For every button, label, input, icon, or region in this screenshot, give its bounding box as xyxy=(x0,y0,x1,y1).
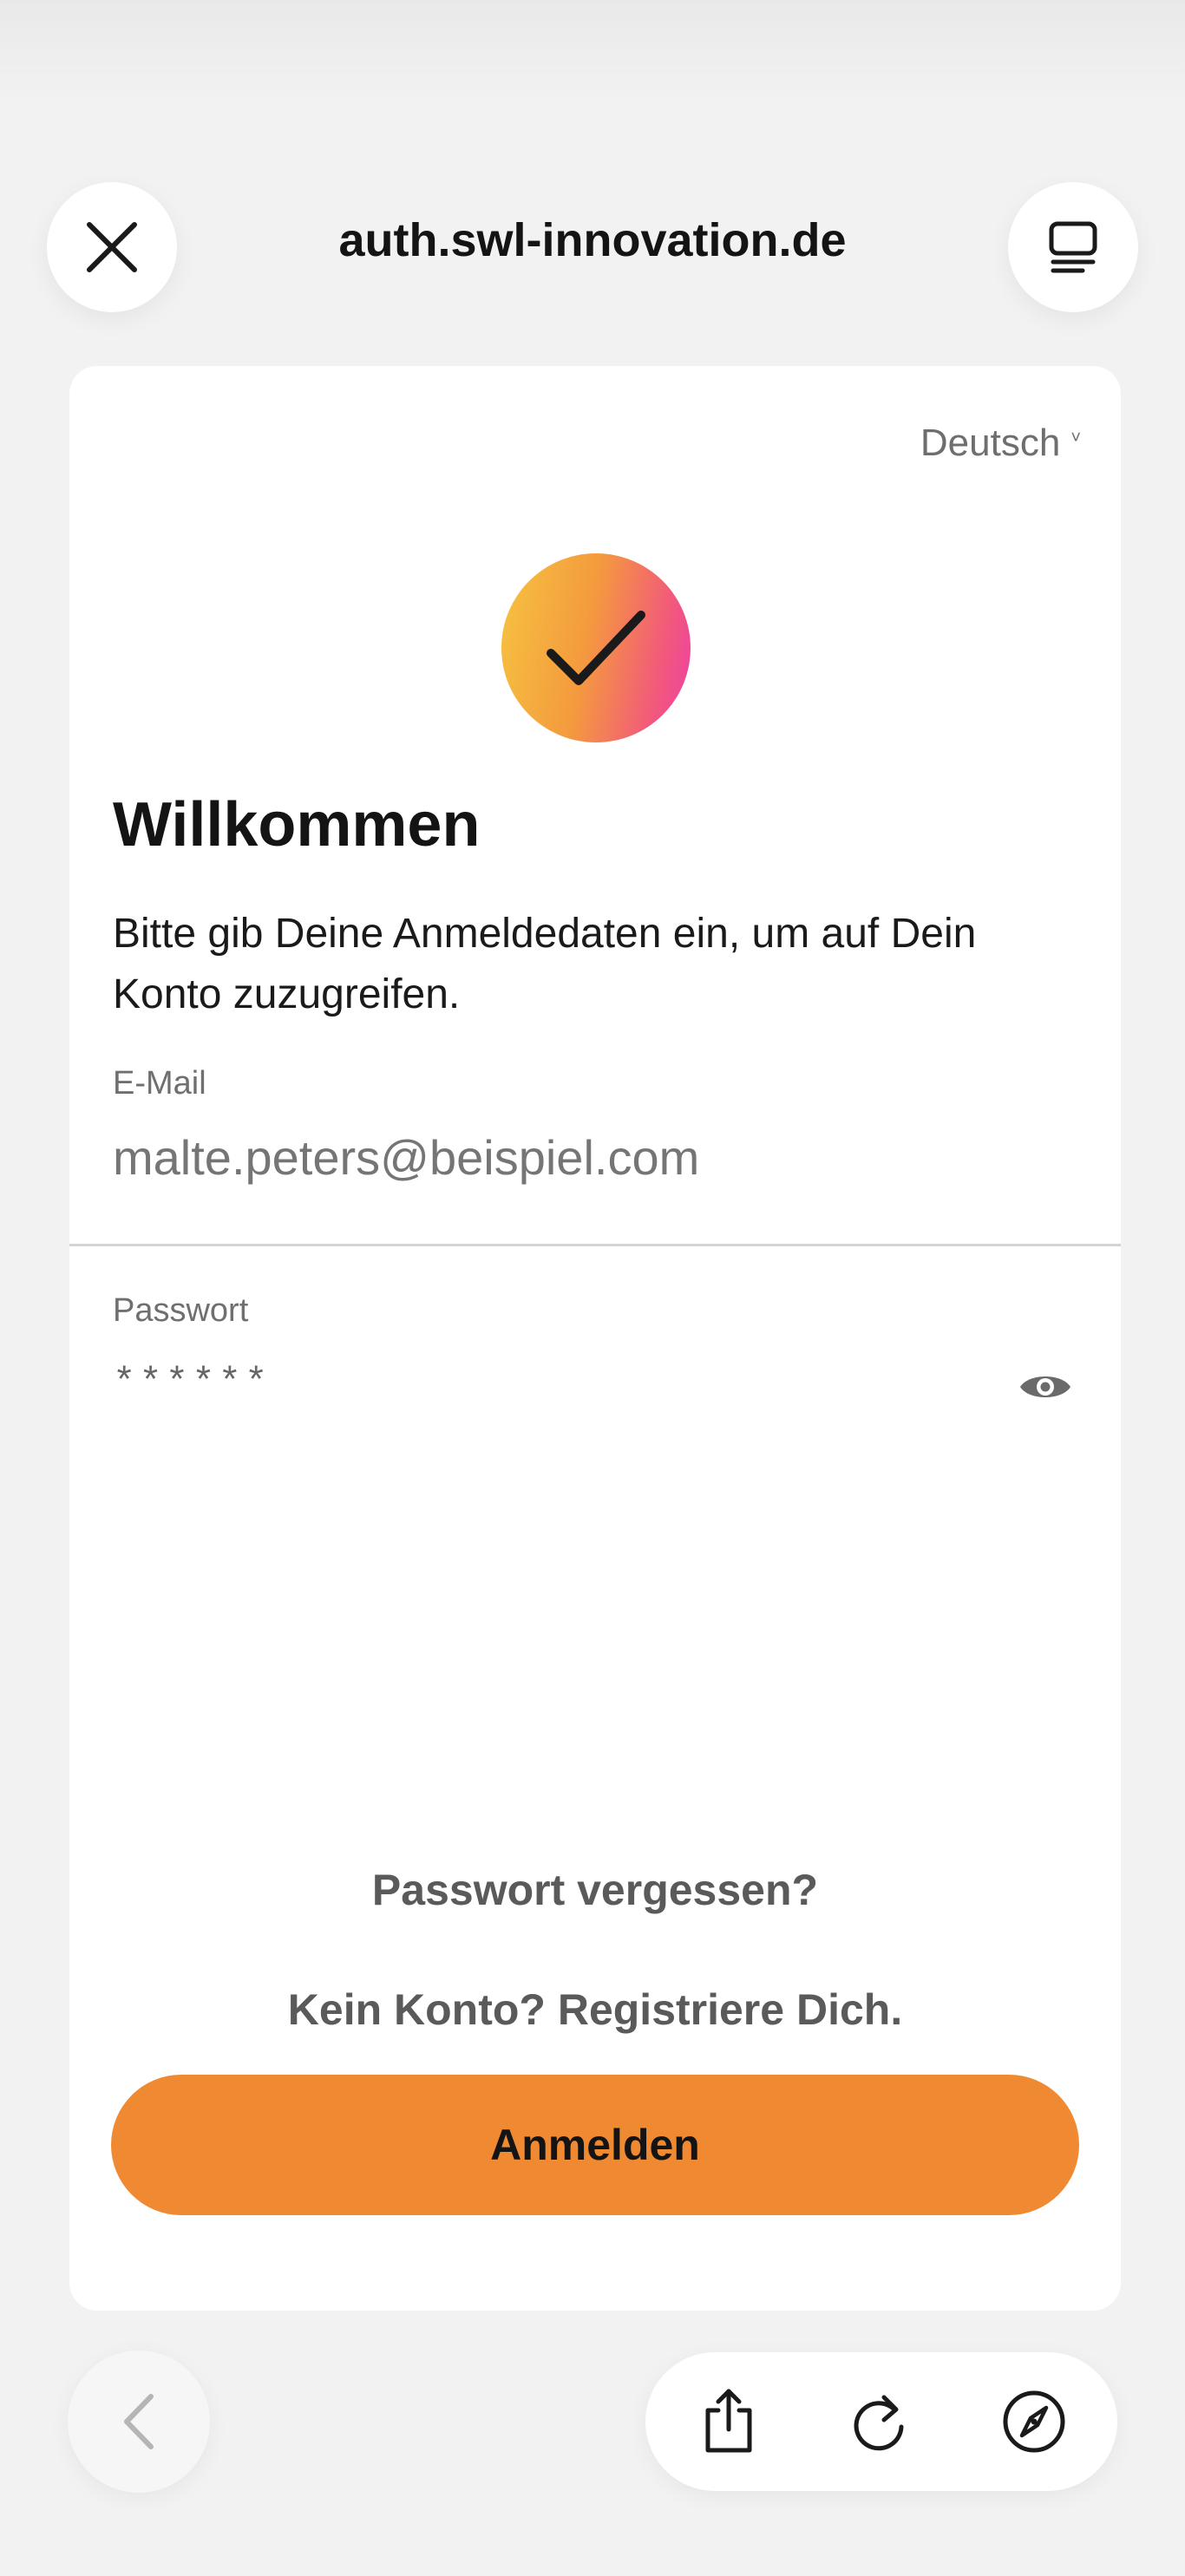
forgot-password-link[interactable]: Passwort vergessen? xyxy=(69,1865,1121,1915)
reload-button[interactable] xyxy=(838,2380,921,2463)
logo xyxy=(501,553,691,742)
checkmark-icon xyxy=(547,611,645,685)
compass-button[interactable] xyxy=(992,2380,1076,2463)
status-bar-area xyxy=(0,0,1185,104)
email-field[interactable] xyxy=(113,1129,1067,1186)
page-subtitle: Bitte gib Deine Anmeldedaten ein, um auf… xyxy=(113,911,977,1017)
login-card: Deutsch ˅ Willkommen Bitte gib Deine Anm… xyxy=(69,366,1121,2311)
close-button[interactable] xyxy=(47,182,177,312)
password-field[interactable] xyxy=(113,1362,963,1405)
back-icon xyxy=(124,2394,154,2449)
divider xyxy=(69,1244,1121,1246)
share-icon xyxy=(705,2389,752,2453)
password-label: Passwort xyxy=(113,1292,249,1329)
language-selector[interactable]: Deutsch ˅ xyxy=(920,422,1081,465)
email-label: E-Mail xyxy=(113,1065,206,1102)
show-password-button[interactable] xyxy=(1015,1363,1076,1410)
compass-icon xyxy=(1003,2390,1065,2453)
page-title: Willkommen xyxy=(113,790,481,860)
reload-icon xyxy=(854,2395,904,2451)
reader-mode-icon xyxy=(1049,221,1097,273)
share-button[interactable] xyxy=(687,2380,770,2463)
register-link[interactable]: Kein Konto? Registriere Dich. xyxy=(69,1984,1121,2035)
url-bar[interactable]: auth.swl-innovation.de xyxy=(200,213,985,267)
chevron-down-icon: ˅ xyxy=(1070,428,1081,448)
reader-mode-button[interactable] xyxy=(1008,182,1138,312)
eye-icon xyxy=(1020,1376,1070,1397)
login-button[interactable]: Anmelden xyxy=(111,2075,1079,2215)
back-button[interactable] xyxy=(68,2350,210,2493)
close-icon xyxy=(87,222,137,272)
language-label: Deutsch xyxy=(920,422,1061,464)
browser-toolbar xyxy=(645,2352,1117,2491)
